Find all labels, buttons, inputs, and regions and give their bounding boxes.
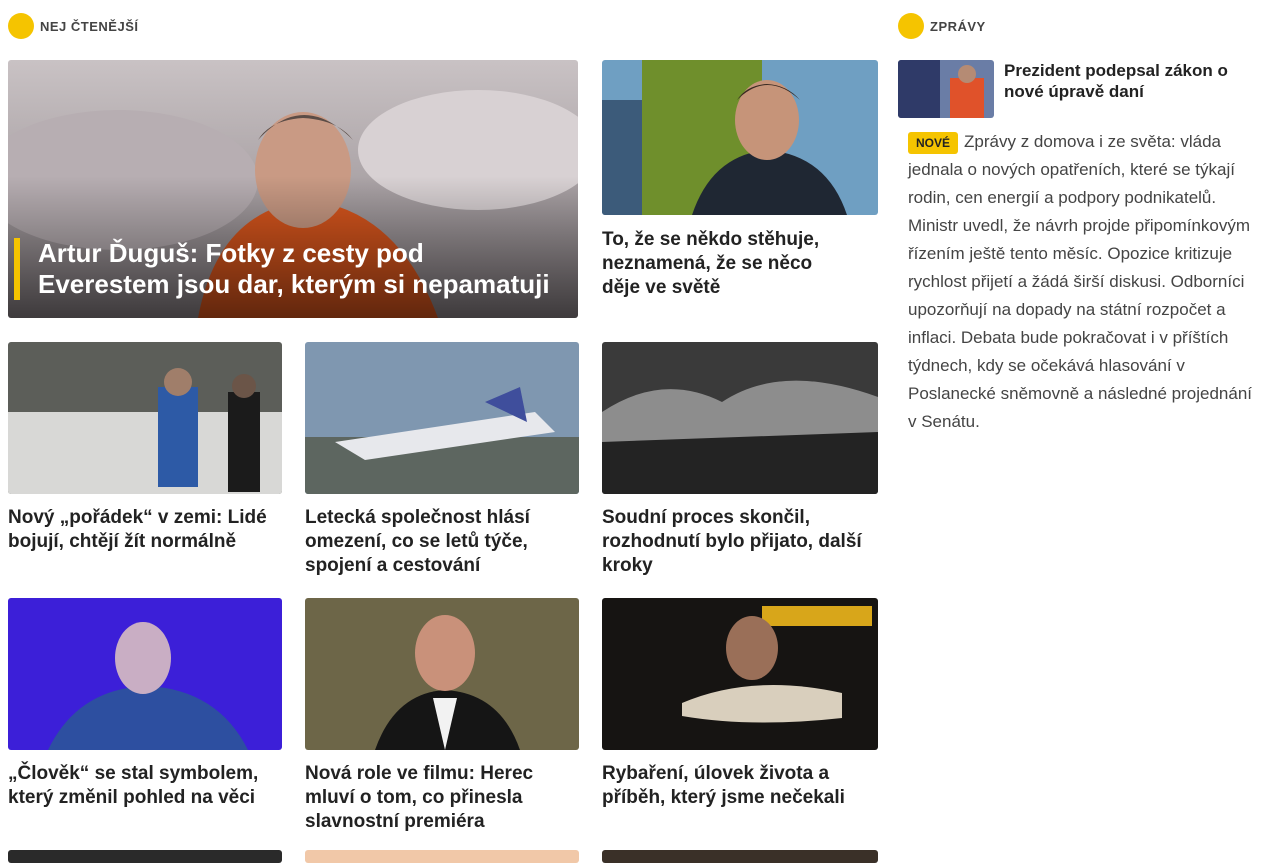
article-image <box>602 598 878 750</box>
news-badge: NOVÉ <box>908 132 959 154</box>
article-headline[interactable]: „Člověk“ se stal symbolem, který změnil … <box>8 762 274 810</box>
article-headline[interactable]: Rybaření, úlovek života a příběh, který … <box>602 762 870 810</box>
article-headline[interactable]: Letecká společnost hlásí omezení, co se … <box>305 506 571 578</box>
article-card[interactable]: Nový „pořádek“ v zemi: Lidé bojují, chtě… <box>8 342 282 572</box>
article-card[interactable]: Letecká společnost hlásí omezení, co se … <box>305 342 579 582</box>
article-image[interactable] <box>8 850 282 863</box>
article-headline[interactable]: To, že se někdo stěhuje, neznamená, že s… <box>602 228 852 300</box>
article-image <box>8 598 282 750</box>
news-top-headline[interactable]: Prezident podepsal zákon o nové úpravě d… <box>1004 60 1254 102</box>
article-image <box>8 342 282 494</box>
most-read-title: NEJ ČTENĚJŠÍ <box>40 18 139 34</box>
section-dot-icon <box>8 13 34 39</box>
news-feed-text[interactable]: Zprávy z domova i ze světa: vláda jednal… <box>908 132 1252 431</box>
article-image <box>305 598 579 750</box>
hero-article[interactable]: Artur Ďuguš: Fotky z cesty pod Everestem… <box>8 60 578 318</box>
article-headline[interactable]: Soudní proces skončil, rozhodnutí bylo p… <box>602 506 870 578</box>
hero-headline[interactable]: Artur Ďuguš: Fotky z cesty pod Everestem… <box>14 238 558 300</box>
article-image[interactable] <box>602 850 878 863</box>
news-feed: NOVÉ Zprávy z domova i ze světa: vláda je… <box>908 128 1264 436</box>
article-image <box>305 342 579 494</box>
article-image <box>602 60 878 215</box>
article-image[interactable] <box>305 850 579 863</box>
article-card[interactable]: To, že se někdo stěhuje, neznamená, že s… <box>602 60 878 300</box>
article-headline[interactable]: Nový „pořádek“ v zemi: Lidé bojují, chtě… <box>8 506 274 554</box>
article-card[interactable]: „Člověk“ se stal symbolem, který změnil … <box>8 598 282 828</box>
article-headline[interactable]: Nová role ve filmu: Herec mluví o tom, c… <box>305 762 571 834</box>
article-card[interactable]: Soudní proces skončil, rozhodnutí bylo p… <box>602 342 878 582</box>
article-card[interactable]: Nová role ve filmu: Herec mluví o tom, c… <box>305 598 579 838</box>
article-image <box>602 342 878 494</box>
news-title: ZPRÁVY <box>930 18 986 34</box>
news-image <box>898 60 994 118</box>
section-dot-icon <box>898 13 924 39</box>
article-card[interactable]: Rybaření, úlovek života a příběh, který … <box>602 598 878 838</box>
news-header: ZPRÁVY <box>898 12 986 40</box>
most-read-header: NEJ ČTENĚJŠÍ <box>8 12 138 40</box>
news-top-item[interactable]: Prezident podepsal zákon o nové úpravě d… <box>898 60 1264 120</box>
